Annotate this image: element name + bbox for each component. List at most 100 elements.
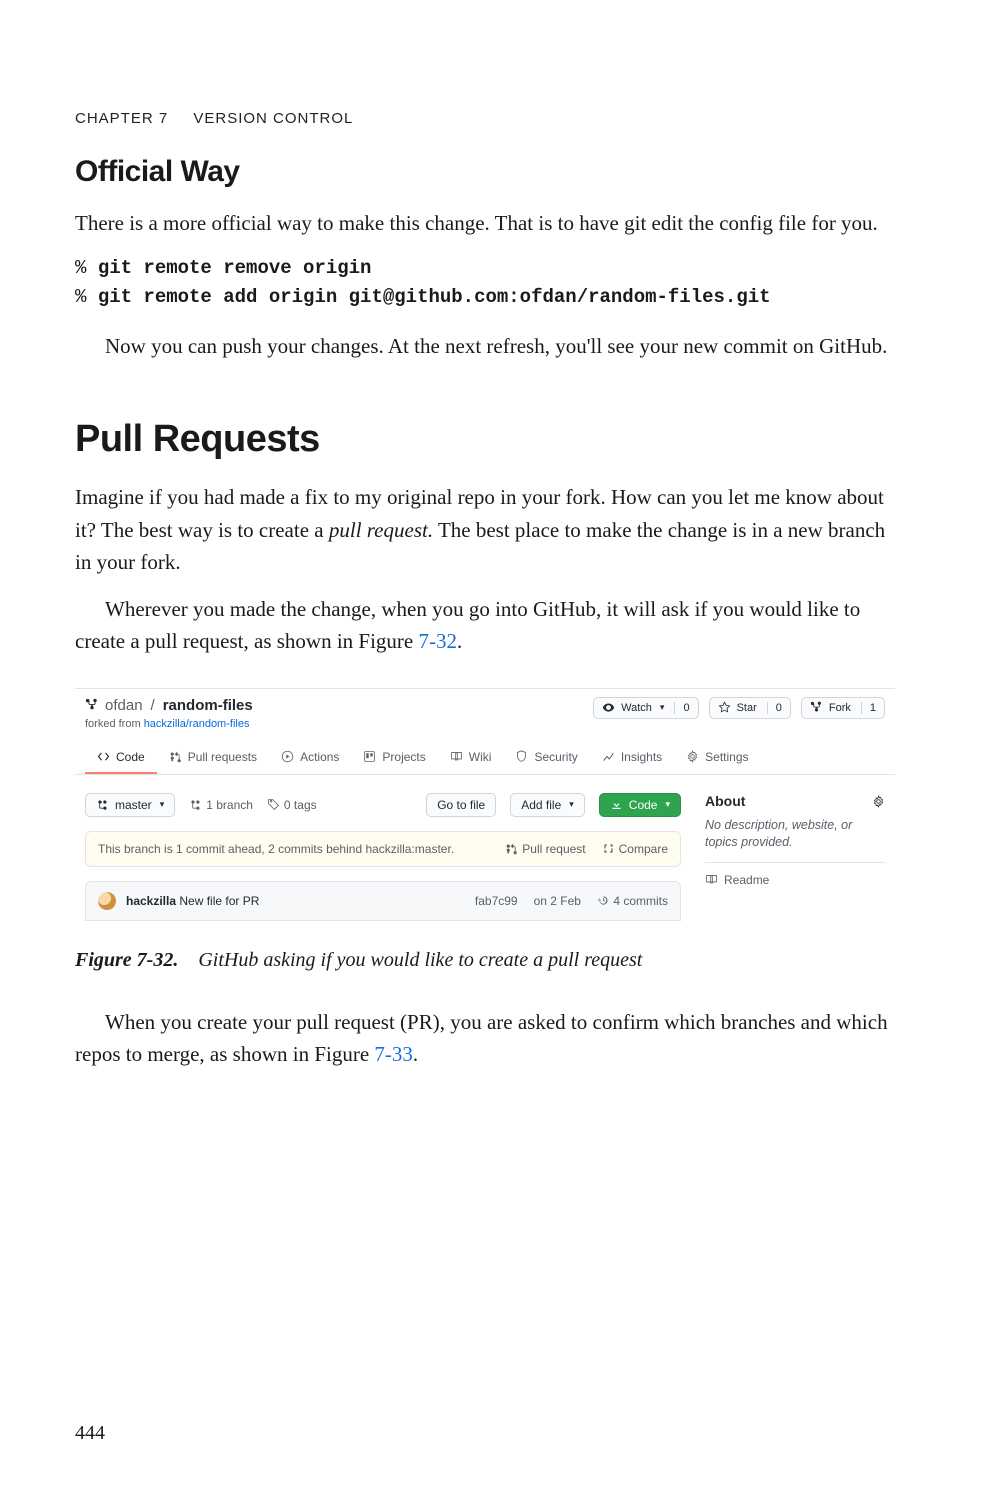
- star-button[interactable]: Star 0: [709, 697, 791, 719]
- chapter-label: CHAPTER 7: [75, 110, 168, 127]
- tab-actions[interactable]: Actions: [269, 742, 351, 774]
- code-line-1: git remote remove origin: [98, 257, 372, 279]
- gear-icon: [686, 750, 699, 764]
- star-icon: [718, 701, 731, 715]
- forked-prefix: forked from: [85, 718, 144, 730]
- gh-repo-block: ofdan / random-files forked from hackzil…: [85, 697, 253, 730]
- code-line-2-prefix: %: [75, 286, 98, 308]
- commit-sha[interactable]: fab7c99: [475, 894, 518, 908]
- watch-count: 0: [674, 702, 689, 714]
- para-after-figure-a: When you create your pull request (PR), …: [75, 1010, 888, 1067]
- pull-request-icon: [505, 842, 518, 855]
- forked-link[interactable]: hackzilla/random-files: [144, 718, 250, 730]
- chevron-down-icon: ▾: [160, 799, 165, 810]
- commit-meta: fab7c99 on 2 Feb 4 commits: [475, 894, 668, 908]
- avatar[interactable]: [98, 892, 116, 910]
- repo-name[interactable]: random-files: [163, 697, 253, 714]
- go-to-file-button[interactable]: Go to file: [426, 793, 496, 817]
- compare-actions: Pull request Compare: [505, 842, 668, 856]
- download-icon: [610, 798, 623, 812]
- commit-message: New file for PR: [179, 894, 259, 908]
- gh-repo-actions: Watch ▾ 0 Star 0 Fork 1: [593, 697, 885, 719]
- fork-label: Fork: [829, 702, 851, 714]
- commit-summary[interactable]: hackzilla New file for PR: [126, 894, 259, 908]
- repo-owner[interactable]: ofdan: [105, 697, 143, 714]
- graph-icon: [602, 750, 615, 764]
- repo-fork-icon: [85, 697, 99, 714]
- shield-icon: [515, 750, 528, 764]
- chevron-down-icon: ▾: [665, 799, 670, 810]
- term-pull-request: pull request.: [329, 518, 433, 542]
- gh-tabs: Code Pull requests Actions Projects Wiki…: [75, 742, 895, 775]
- pull-request-link[interactable]: Pull request: [505, 842, 585, 856]
- gh-latest-commit: hackzilla New file for PR fab7c99 on 2 F…: [85, 881, 681, 921]
- fork-icon: [810, 701, 823, 715]
- compare-link-label: Compare: [619, 842, 668, 856]
- fork-button[interactable]: Fork 1: [801, 697, 885, 719]
- commit-count[interactable]: 4 commits: [597, 894, 668, 908]
- figure-caption-7-32: Figure 7-32. GitHub asking if you would …: [75, 949, 899, 972]
- repo-slash: /: [151, 697, 155, 714]
- figure-ref-7-33[interactable]: 7-33: [374, 1042, 413, 1066]
- para-pull-1: Imagine if you had made a fix to my orig…: [75, 481, 899, 579]
- gh-header: ofdan / random-files forked from hackzil…: [75, 688, 895, 736]
- readme-link[interactable]: Readme: [705, 862, 885, 887]
- figure-ref-7-32[interactable]: 7-32: [419, 629, 458, 653]
- tab-code[interactable]: Code: [85, 742, 157, 774]
- para-official-2: Now you can push your changes. At the ne…: [75, 330, 899, 363]
- code-button-label: Code: [629, 798, 658, 812]
- gh-branch-compare-banner: This branch is 1 commit ahead, 2 commits…: [85, 831, 681, 867]
- gh-sidebar: About No description, website, or topics…: [705, 793, 885, 921]
- gh-body: master ▾ 1 branch 0 tags Go to file Add: [75, 775, 895, 931]
- code-line-1-prefix: %: [75, 257, 98, 279]
- tab-projects[interactable]: Projects: [351, 742, 437, 774]
- tag-count-label: 0 tags: [284, 798, 317, 812]
- branch-count[interactable]: 1 branch: [189, 798, 253, 812]
- figure-github-screenshot: ofdan / random-files forked from hackzil…: [75, 688, 895, 931]
- branch-select-button[interactable]: master ▾: [85, 793, 175, 817]
- gh-repo-title: ofdan / random-files: [85, 697, 253, 714]
- gh-main: master ▾ 1 branch 0 tags Go to file Add: [85, 793, 681, 921]
- tag-count[interactable]: 0 tags: [267, 798, 317, 812]
- gh-toolbar: master ▾ 1 branch 0 tags Go to file Add: [85, 793, 681, 817]
- compare-icon: [602, 842, 615, 855]
- compare-link[interactable]: Compare: [602, 842, 668, 856]
- project-icon: [363, 750, 376, 764]
- commit-date: on 2 Feb: [534, 894, 581, 908]
- watch-label: Watch: [621, 702, 652, 714]
- commit-author: hackzilla: [126, 894, 176, 908]
- branch-count-label: 1 branch: [206, 798, 253, 812]
- star-count: 0: [767, 702, 782, 714]
- page-number: 444: [75, 1422, 105, 1445]
- heading-official-way: Official Way: [75, 155, 899, 189]
- tab-insights[interactable]: Insights: [590, 742, 674, 774]
- code-icon: [97, 750, 110, 764]
- star-label: Star: [737, 702, 757, 714]
- para-after-figure: When you create your pull request (PR), …: [75, 1006, 899, 1071]
- history-icon: [597, 894, 610, 908]
- add-file-button[interactable]: Add file ▾: [510, 793, 585, 817]
- play-circle-icon: [281, 750, 294, 764]
- tab-settings[interactable]: Settings: [674, 742, 760, 774]
- tab-pull-requests[interactable]: Pull requests: [157, 742, 269, 774]
- para-pull-2b: .: [457, 629, 462, 653]
- book-icon: [705, 873, 718, 887]
- fork-count: 1: [861, 702, 876, 714]
- about-heading: About: [705, 793, 745, 809]
- tab-pulls-label: Pull requests: [188, 750, 257, 764]
- pull-request-icon: [169, 750, 182, 764]
- tab-wiki[interactable]: Wiki: [438, 742, 504, 774]
- chapter-title: VERSION CONTROL: [193, 110, 353, 127]
- tab-wiki-label: Wiki: [469, 750, 492, 764]
- pull-request-link-label: Pull request: [522, 842, 585, 856]
- compare-text: This branch is 1 commit ahead, 2 commits…: [98, 842, 454, 856]
- watch-button[interactable]: Watch ▾ 0: [593, 697, 698, 719]
- code-download-button[interactable]: Code ▾: [599, 793, 681, 817]
- tab-security-label: Security: [534, 750, 577, 764]
- gear-icon[interactable]: [872, 793, 885, 809]
- readme-label: Readme: [724, 873, 769, 887]
- figure-caption-text: GitHub asking if you would like to creat…: [198, 949, 642, 971]
- tab-security[interactable]: Security: [503, 742, 589, 774]
- tab-insights-label: Insights: [621, 750, 662, 764]
- code-line-2: git remote add origin git@github.com:ofd…: [98, 286, 771, 308]
